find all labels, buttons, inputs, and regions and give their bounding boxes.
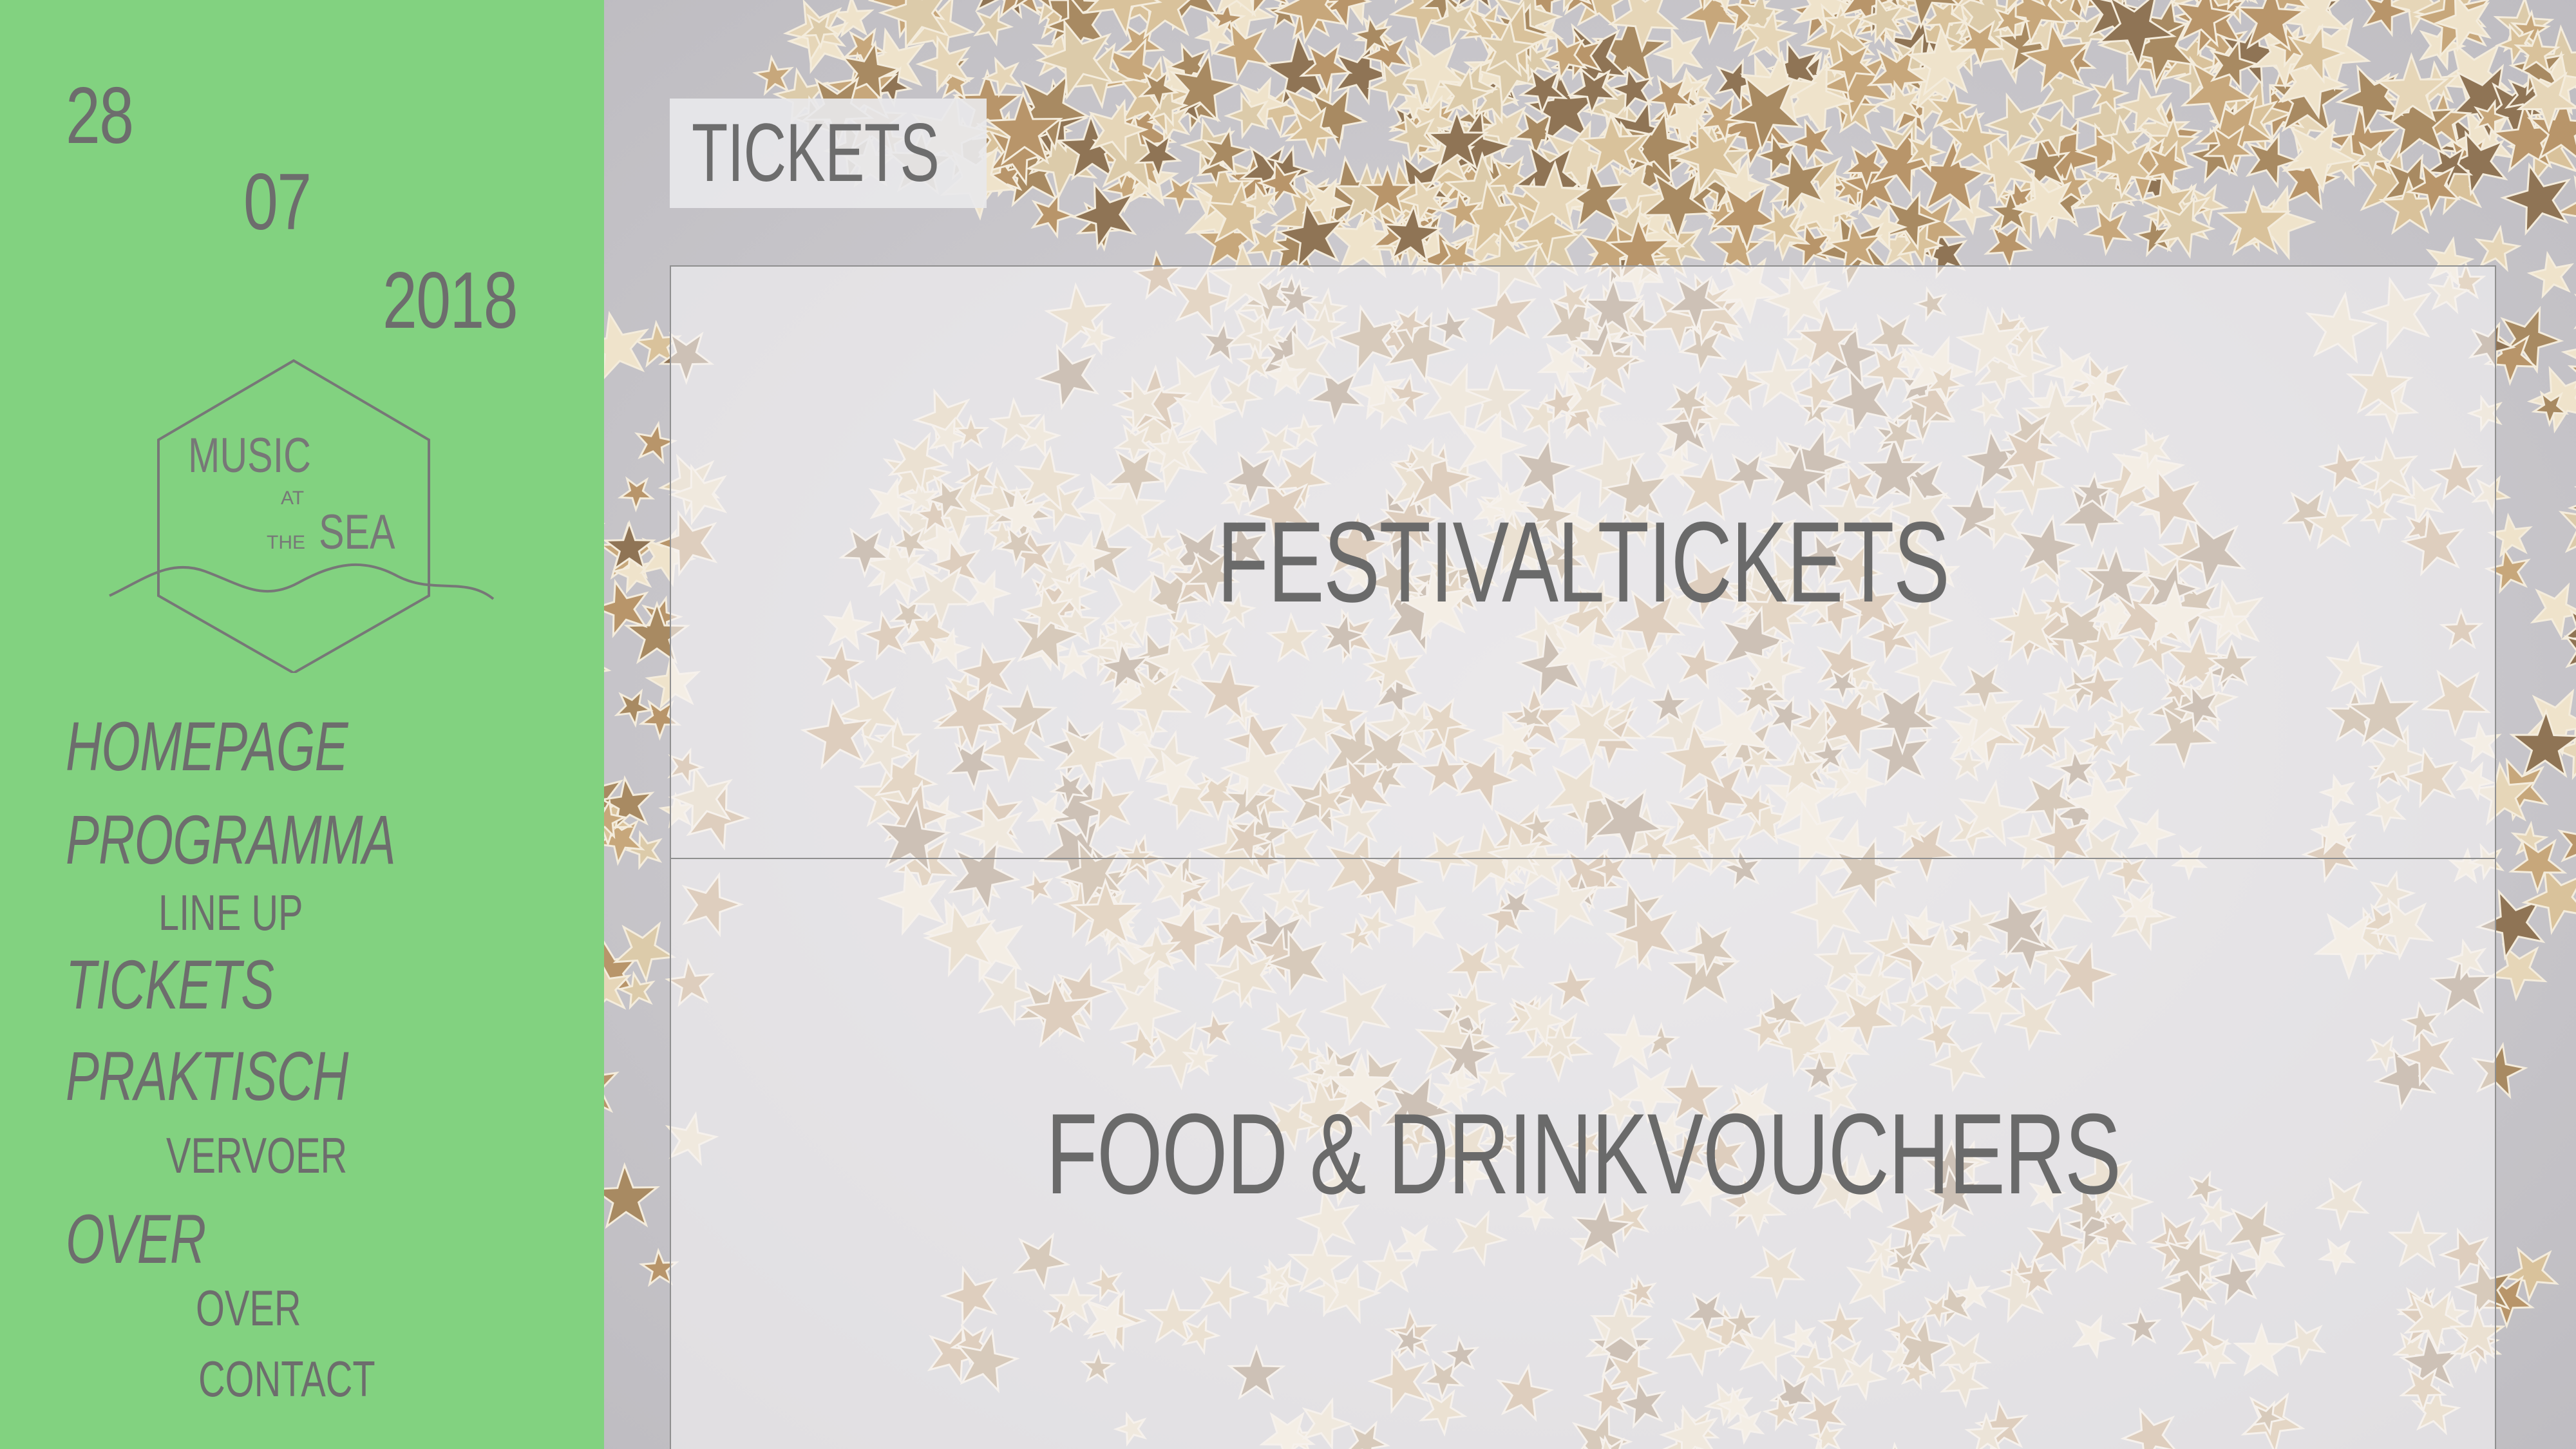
festival-tickets-label: FESTIVALTICKETS [1217,498,1950,626]
nav-tickets[interactable]: TICKETS [66,950,274,1019]
page-title: TICKETS [670,99,987,208]
nav-over-sub[interactable]: OVER [196,1283,301,1333]
nav-vervoer[interactable]: VERVOER [166,1130,347,1180]
main-nav: HOMEPAGE PROGRAMMA LINE UP TICKETS PRAKT… [0,0,604,1449]
nav-programma[interactable]: PROGRAMMA [66,805,396,875]
nav-contact[interactable]: CONTACT [198,1354,375,1404]
page: 28 07 2018 MUSIC AT THE SEA HOMEPAGE PRO… [0,0,2576,1449]
main-content: TICKETS FESTIVALTICKETS FOOD & DRINKVOUC… [604,0,2576,1449]
festival-tickets-panel[interactable]: FESTIVALTICKETS [670,265,2496,859]
nav-line-up[interactable]: LINE UP [158,887,303,938]
nav-homepage[interactable]: HOMEPAGE [66,712,348,781]
food-drink-vouchers-panel[interactable]: FOOD & DRINKVOUCHERS [670,858,2496,1449]
nav-over[interactable]: OVER [66,1204,206,1274]
page-title-text: TICKETS [692,107,940,199]
nav-praktisch[interactable]: PRAKTISCH [66,1041,348,1111]
sidebar: 28 07 2018 MUSIC AT THE SEA HOMEPAGE PRO… [0,0,604,1449]
food-drink-vouchers-label: FOOD & DRINKVOUCHERS [1045,1090,2121,1218]
